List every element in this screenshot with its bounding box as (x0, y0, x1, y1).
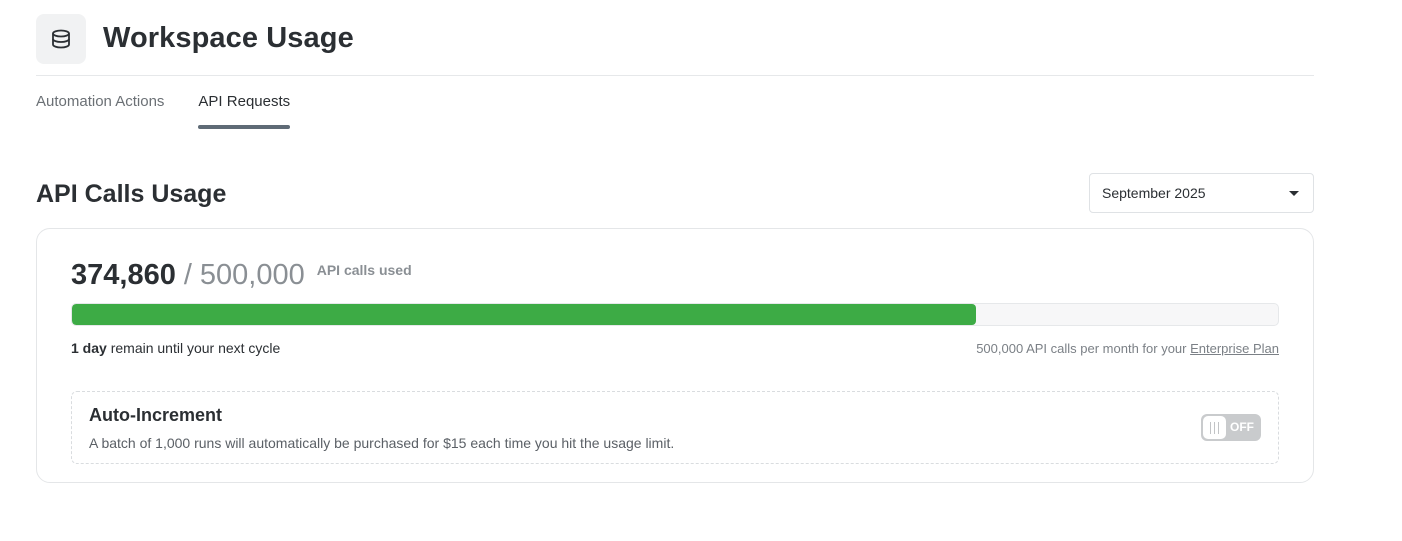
workspace-usage-page: Workspace Usage Automation Actions API R… (0, 0, 1402, 541)
caret-down-icon (1289, 191, 1299, 196)
cycle-remaining: 1 day remain until your next cycle (71, 340, 280, 356)
enterprise-plan-link[interactable]: Enterprise Plan (1190, 341, 1279, 356)
toggle-state: OFF (1230, 420, 1254, 434)
usage-progress-fill (72, 304, 977, 325)
usage-tabs: Automation Actions API Requests (36, 93, 324, 129)
section-title: API Calls Usage (36, 180, 227, 208)
tab-api-requests[interactable]: API Requests (198, 93, 290, 129)
usage-progress-bar (71, 303, 1279, 326)
usage-label: API calls used (316, 262, 412, 278)
month-select[interactable]: September 2025 (1089, 173, 1314, 213)
auto-increment-description: A batch of 1,000 runs will automatically… (89, 435, 675, 451)
auto-increment-toggle[interactable]: OFF (1201, 414, 1261, 441)
plan-info: 500,000 API calls per month for your Ent… (976, 341, 1279, 356)
page-header: Workspace Usage (36, 14, 1314, 76)
cycle-days: 1 day (71, 340, 107, 356)
cycle-text: remain until your next cycle (106, 340, 281, 356)
month-select-value: September 2025 (1102, 185, 1206, 201)
total-count: 500,000 (199, 259, 305, 291)
database-icon (36, 14, 86, 64)
usage-separator: / (183, 259, 192, 291)
usage-card: 374,860 / 500,000 API calls used 1 day r… (36, 228, 1314, 483)
plan-text: 500,000 API calls per month for your (976, 341, 1191, 356)
toggle-knob (1203, 416, 1226, 439)
usage-summary: 374,860 / 500,000 API calls used (71, 259, 412, 292)
page-title: Workspace Usage (103, 22, 354, 54)
auto-increment-title: Auto-Increment (89, 405, 223, 425)
auto-increment-box: Auto-Increment A batch of 1,000 runs wil… (71, 391, 1279, 464)
used-count: 374,860 (71, 259, 176, 291)
tab-automation-actions[interactable]: Automation Actions (36, 93, 164, 129)
